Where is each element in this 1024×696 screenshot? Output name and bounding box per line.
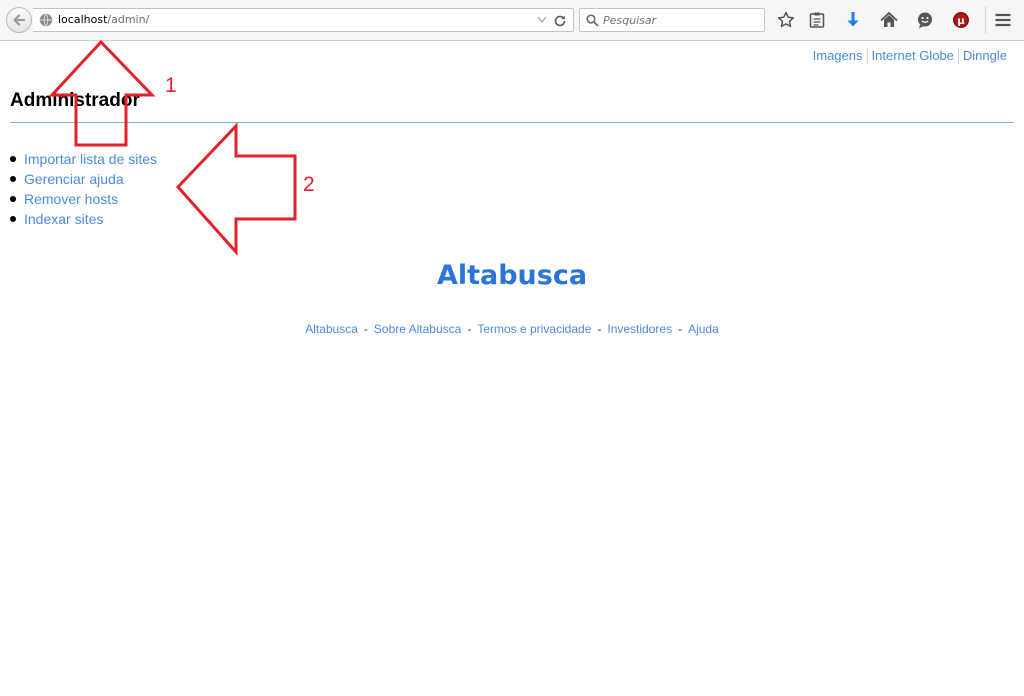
title-divider (10, 122, 1014, 123)
svg-text:µ: µ (957, 16, 965, 27)
download-icon[interactable] (843, 10, 863, 30)
home-icon[interactable] (879, 10, 899, 30)
back-button[interactable] (6, 7, 32, 33)
admin-menu: Importar lista de sites Gerenciar ajuda … (10, 150, 157, 230)
footer-separator: - (597, 322, 602, 336)
toolbar-separator (985, 6, 986, 34)
bullet-icon (10, 176, 16, 182)
brand-logo[interactable]: Altabusca (0, 260, 1024, 291)
top-nav: Imagens Internet Globe Dinngle (809, 48, 1011, 64)
hamburger-menu-icon[interactable] (993, 10, 1013, 30)
search-icon (586, 14, 599, 27)
top-link-imagens[interactable]: Imagens (809, 48, 867, 64)
annotation-label-1: 1 (165, 74, 177, 97)
footer-nav: Altabusca - Sobre Altabusca - Termos e priva… (0, 322, 1024, 336)
footer-link-about[interactable]: Sobre Altabusca (374, 322, 461, 336)
arrow-left-icon (13, 14, 26, 26)
utorrent-icon[interactable]: µ (951, 10, 971, 30)
list-item: Gerenciar ajuda (10, 170, 157, 190)
footer-link-terms[interactable]: Termos e privacidade (477, 322, 591, 336)
history-dropdown-icon[interactable] (537, 16, 547, 24)
url-path: /admin/ (107, 13, 150, 26)
list-item: Remover hosts (10, 190, 157, 210)
address-bar[interactable]: localhost/admin/ (33, 8, 574, 32)
footer-separator: - (363, 322, 368, 336)
bullet-icon (10, 156, 16, 162)
globe-icon (39, 13, 53, 27)
top-link-internet-globe[interactable]: Internet Globe (866, 48, 958, 64)
chat-icon[interactable] (915, 10, 935, 30)
top-link-dinngle[interactable]: Dinngle (957, 48, 1011, 64)
url-text: localhost/admin/ (58, 13, 149, 26)
url-host: localhost (58, 13, 108, 26)
annotation-overlay (48, 39, 297, 256)
footer-separator: - (467, 322, 472, 336)
menu-link-import-sites[interactable]: Importar lista de sites (24, 151, 157, 167)
page-title: Administrador (10, 90, 140, 111)
reading-list-icon[interactable] (807, 10, 827, 30)
browser-toolbar: localhost/admin/ Pesquisar µ (0, 0, 1024, 41)
list-item: Importar lista de sites (10, 150, 157, 170)
menu-link-index-sites[interactable]: Indexar sites (24, 211, 103, 227)
annotation-arrow-left (175, 122, 297, 256)
reload-icon[interactable] (553, 14, 567, 28)
footer-separator: - (678, 322, 683, 336)
bullet-icon (10, 216, 16, 222)
bullet-icon (10, 196, 16, 202)
list-item: Indexar sites (10, 210, 157, 230)
search-bar[interactable] (579, 8, 765, 32)
menu-link-remove-hosts[interactable]: Remover hosts (24, 191, 118, 207)
menu-link-manage-help[interactable]: Gerenciar ajuda (24, 171, 124, 187)
footer-link-help[interactable]: Ajuda (688, 322, 719, 336)
search-input[interactable] (603, 12, 759, 28)
annotation-label-2: 2 (303, 173, 315, 196)
bookmark-star-icon[interactable] (776, 10, 796, 30)
footer-link-altabusca[interactable]: Altabusca (305, 322, 358, 336)
footer-link-investors[interactable]: Investidores (607, 322, 672, 336)
